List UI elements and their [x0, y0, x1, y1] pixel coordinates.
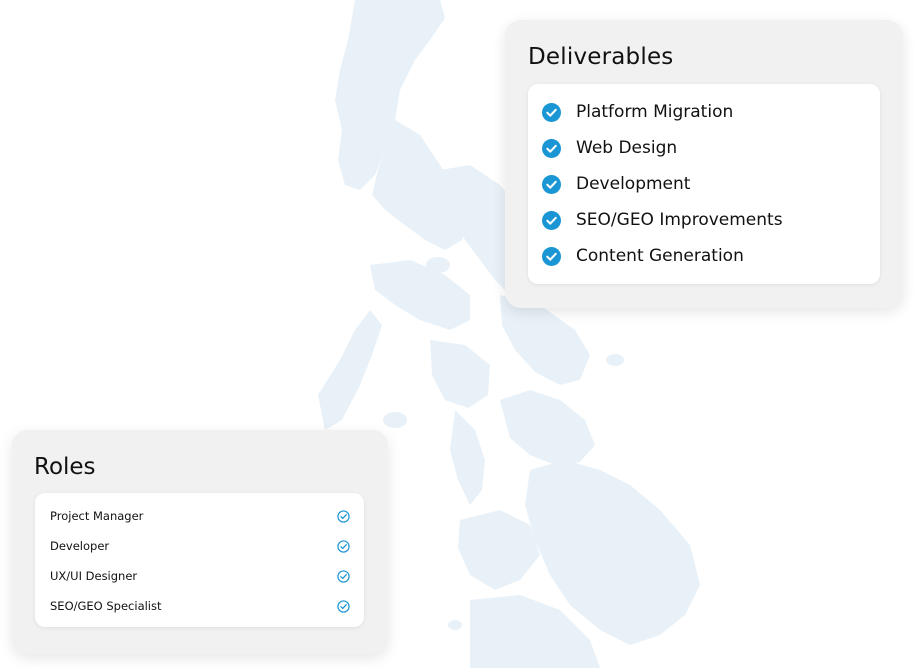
deliverable-item-platform-migration: Platform Migration [528, 94, 880, 130]
check-circle-outline-icon [337, 539, 350, 553]
check-circle-outline-icon [337, 509, 350, 523]
deliverable-label: SEO/GEO Improvements [576, 210, 783, 230]
deliverable-item-seo-geo-improvements: SEO/GEO Improvements [528, 202, 880, 238]
role-item-ux-ui-designer: UX/UI Designer [35, 561, 364, 591]
deliverables-list-panel: Platform Migration Web Design Developmen… [528, 84, 880, 284]
roles-title: Roles [34, 454, 96, 480]
deliverables-list: Platform Migration Web Design Developmen… [528, 84, 880, 274]
deliverable-item-web-design: Web Design [528, 130, 880, 166]
deliverables-title: Deliverables [528, 44, 674, 70]
check-circle-filled-icon [542, 174, 561, 194]
role-label: UX/UI Designer [50, 569, 138, 583]
deliverable-label: Web Design [576, 138, 678, 158]
deliverables-card: Deliverables Platform Migration Web Desi… [505, 20, 903, 308]
check-circle-outline-icon [337, 569, 350, 583]
check-circle-outline-icon [337, 599, 350, 613]
role-label: SEO/GEO Specialist [50, 599, 162, 613]
roles-list-panel: Project Manager Developer UX/UI Designer [35, 493, 364, 627]
check-circle-filled-icon [542, 210, 561, 230]
deliverable-label: Development [576, 174, 691, 194]
role-item-developer: Developer [35, 531, 364, 561]
role-item-seo-geo-specialist: SEO/GEO Specialist [35, 591, 364, 621]
deliverable-label: Content Generation [576, 246, 744, 266]
check-circle-filled-icon [542, 138, 561, 158]
check-circle-filled-icon [542, 246, 561, 266]
roles-card: Roles Project Manager Developer UX/UI De… [12, 430, 388, 654]
deliverable-item-development: Development [528, 166, 880, 202]
role-item-project-manager: Project Manager [35, 501, 364, 531]
deliverable-item-content-generation: Content Generation [528, 238, 880, 274]
role-label: Developer [50, 539, 110, 553]
roles-list: Project Manager Developer UX/UI Designer [35, 493, 364, 621]
role-label: Project Manager [50, 509, 144, 523]
deliverable-label: Platform Migration [576, 102, 734, 122]
check-circle-filled-icon [542, 102, 561, 122]
